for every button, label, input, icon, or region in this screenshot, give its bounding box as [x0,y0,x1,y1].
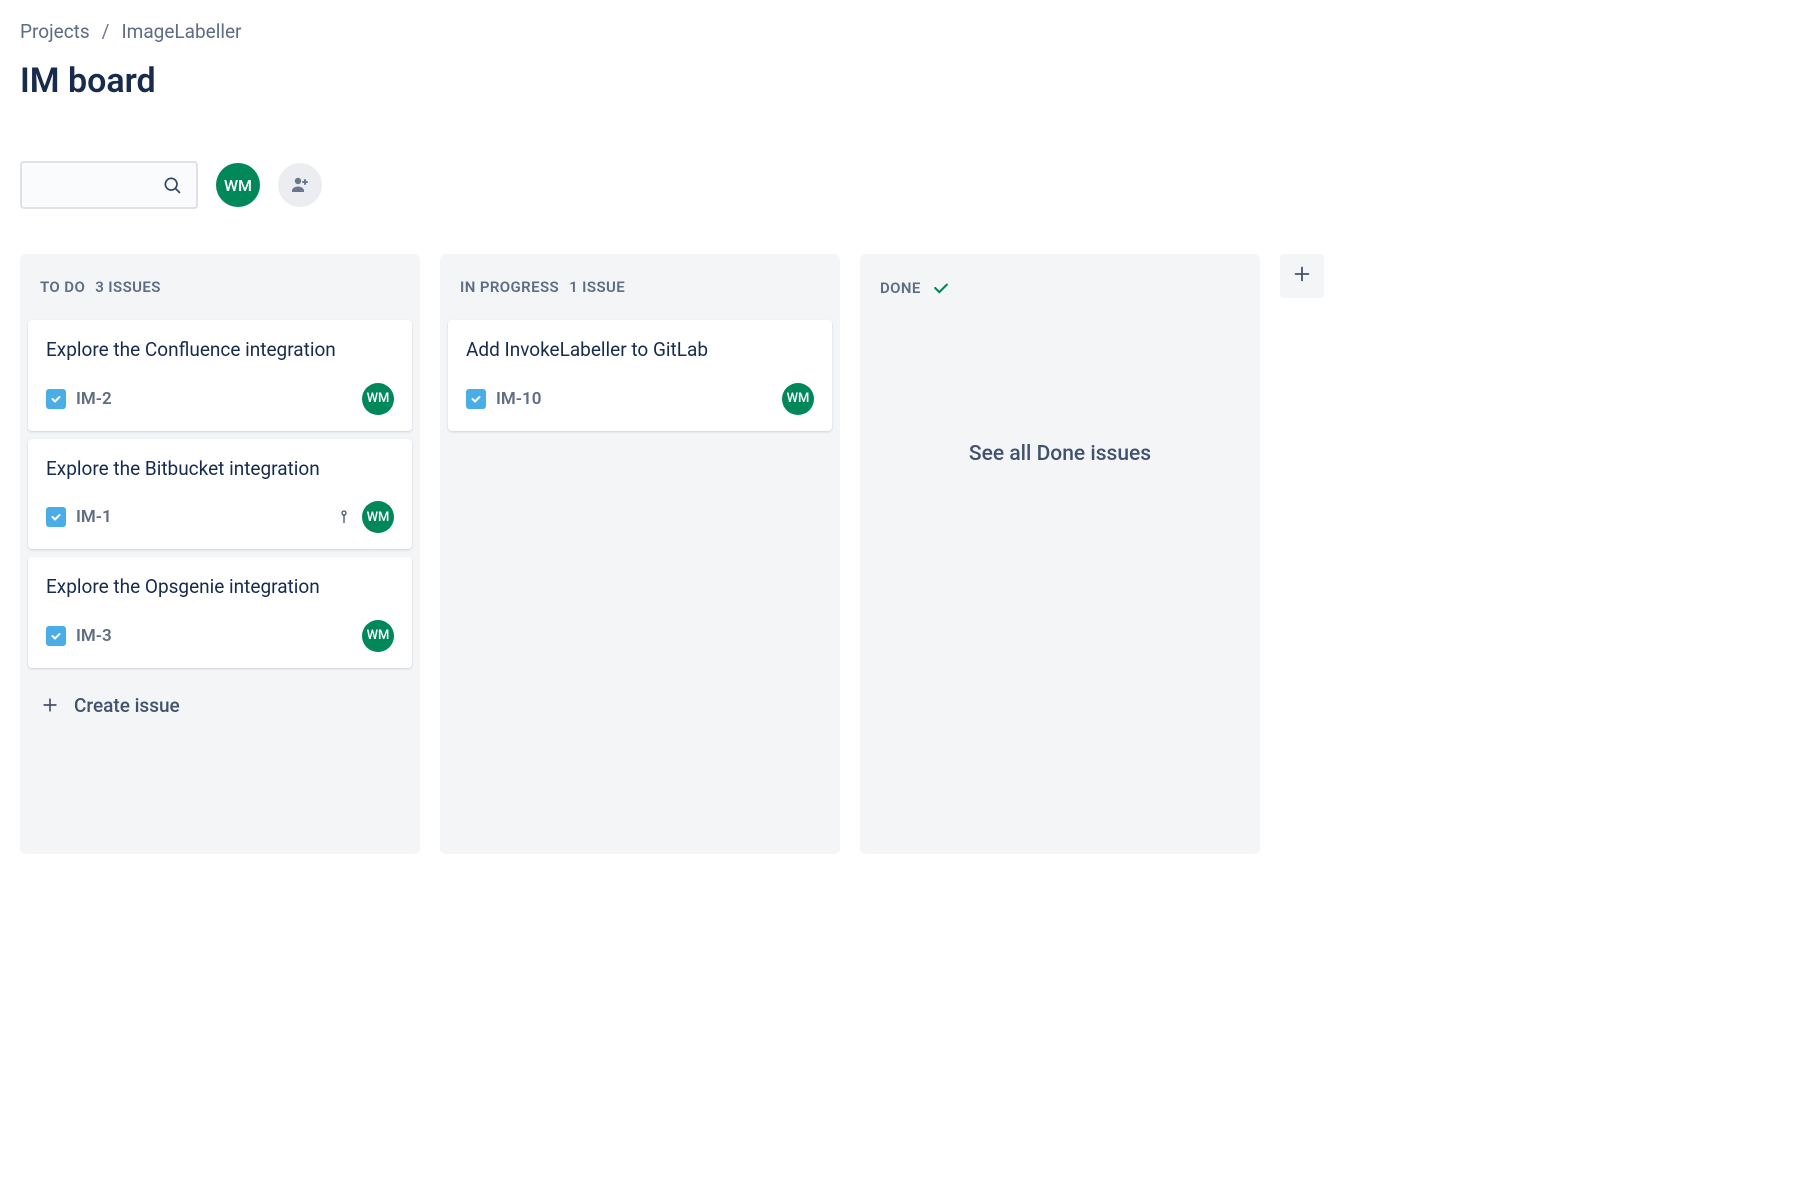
column-count: 3 ISSUES [95,278,161,296]
issue-title: Add InvokeLabeller to GitLab [466,336,814,365]
page-title: IM board [20,61,1782,101]
issue-card[interactable]: Add InvokeLabeller to GitLab IM-10 WM [448,320,832,431]
priority-icon [336,509,352,525]
plus-icon [1291,263,1313,289]
issue-card[interactable]: Explore the Opsgenie integration IM-3 WM [28,557,412,668]
column-title: TO DO [40,278,85,296]
issue-card[interactable]: Explore the Confluence integration IM-2 … [28,320,412,431]
create-issue-button[interactable]: Create issue [28,680,412,731]
breadcrumb-current-link[interactable]: ImageLabeller [122,20,242,43]
column-count: 1 ISSUE [569,278,625,296]
see-all-done-link[interactable]: See all Done issues [868,442,1252,466]
column-in-progress: IN PROGRESS 1 ISSUE Add InvokeLabeller t… [440,254,840,854]
assignee-avatar[interactable]: WM [782,383,814,415]
toolbar: WM [20,161,1782,209]
assignee-avatar[interactable]: WM [362,620,394,652]
kanban-board: TO DO 3 ISSUES Explore the Confluence in… [20,254,1782,854]
task-type-icon [46,507,66,527]
issue-title: Explore the Opsgenie integration [46,573,394,602]
task-type-icon [466,389,486,409]
issue-card[interactable]: Explore the Bitbucket integration IM-1 W… [28,439,412,550]
column-header-done[interactable]: DONE [868,268,1252,322]
check-icon [931,278,951,298]
column-header-todo[interactable]: TO DO 3 ISSUES [28,268,412,320]
issue-key: IM-2 [76,389,112,409]
task-type-icon [46,626,66,646]
breadcrumb-projects-link[interactable]: Projects [20,20,90,43]
column-todo: TO DO 3 ISSUES Explore the Confluence in… [20,254,420,854]
issue-key: IM-1 [76,507,112,527]
column-title: IN PROGRESS [460,278,559,296]
issue-title: Explore the Bitbucket integration [46,455,394,484]
issue-key: IM-3 [76,626,112,646]
column-done: DONE See all Done issues [860,254,1260,854]
column-title: DONE [880,279,921,297]
assignee-avatar[interactable]: WM [362,383,394,415]
search-input[interactable] [20,161,198,209]
add-people-button[interactable] [278,163,322,207]
plus-icon [40,695,60,715]
breadcrumb: Projects / ImageLabeller [20,20,1782,43]
column-header-in-progress[interactable]: IN PROGRESS 1 ISSUE [448,268,832,320]
add-people-icon [288,173,312,197]
task-type-icon [46,389,66,409]
add-column-button[interactable] [1280,254,1324,298]
search-icon [162,175,182,195]
breadcrumb-separator: / [102,20,110,43]
user-avatar-initials: WM [224,176,252,195]
create-issue-label: Create issue [74,694,180,717]
issue-key: IM-10 [496,389,541,409]
assignee-avatar[interactable]: WM [362,501,394,533]
user-avatar[interactable]: WM [216,163,260,207]
issue-title: Explore the Confluence integration [46,336,394,365]
